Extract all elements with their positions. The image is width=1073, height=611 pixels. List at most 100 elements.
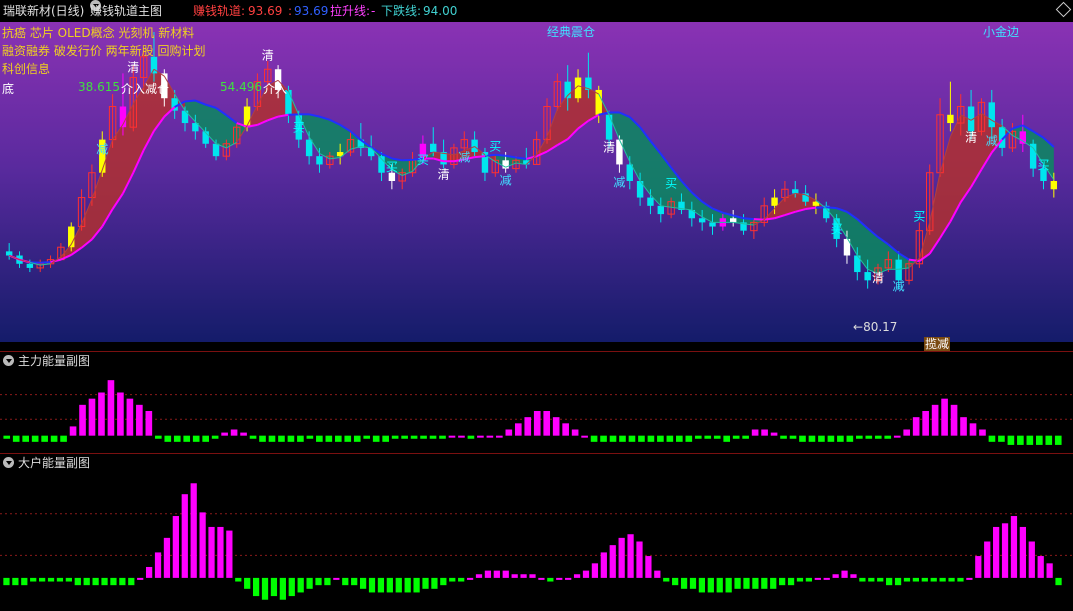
title-bar: 瑞联新材(日线) 赚钱轨道主图 赚钱轨道: 93.69 : 93.69 拉升线:… — [0, 0, 1073, 22]
candle-body — [471, 139, 478, 153]
main-force-energy-panel[interactable] — [0, 370, 1073, 452]
energy-bar-positive — [126, 398, 134, 436]
energy-bar-positive — [903, 429, 911, 436]
low-price-value: 80.17 — [863, 320, 898, 334]
energy-bar-positive — [969, 423, 977, 436]
energy-bar-negative — [884, 435, 892, 439]
energy-bar-negative — [732, 435, 740, 439]
signal-clear: 清 — [872, 271, 884, 285]
energy-bar-negative — [1007, 435, 1015, 445]
energy-bar-positive — [814, 577, 821, 580]
track-line-segment — [474, 155, 486, 159]
energy-bar-negative — [31, 435, 39, 442]
energy-bar-positive — [993, 526, 1000, 578]
energy-bar-positive — [88, 398, 96, 436]
energy-bar-positive — [514, 423, 522, 436]
energy-bar-negative — [1026, 435, 1034, 445]
energy-bar-negative — [249, 435, 257, 439]
candle-body — [243, 106, 251, 128]
energy-bar-positive — [931, 404, 939, 436]
energy-bar-negative — [868, 577, 875, 582]
chevron-down-icon[interactable] — [3, 355, 14, 366]
energy-bar-positive — [1019, 526, 1026, 578]
main-price-chart[interactable]: 减清清买买买清减买减清减 买买清减买清 减买 — [0, 22, 1073, 342]
energy-bar-positive — [984, 541, 991, 578]
energy-bar-positive — [1001, 523, 1009, 578]
energy-bar-negative — [41, 435, 48, 442]
energy-bar-negative — [261, 577, 269, 600]
energy-bar-negative — [422, 577, 429, 589]
energy-bar-positive — [466, 577, 474, 580]
energy-bar-negative — [252, 577, 260, 597]
energy-bar-positive — [145, 566, 153, 578]
energy-bar-negative — [780, 435, 787, 439]
energy-bar-negative — [725, 577, 732, 593]
chevron-down-icon[interactable] — [3, 457, 14, 468]
candle-body — [792, 189, 799, 194]
energy-bar-positive — [496, 435, 503, 438]
concept-tags-line3: 科创信息 — [2, 62, 51, 76]
energy-bar-negative — [770, 577, 777, 589]
energy-bar-positive — [458, 435, 465, 438]
energy-bar-negative — [787, 577, 795, 586]
signal-reduce: 减 — [458, 151, 470, 165]
stock-title[interactable]: 瑞联新材(日线) — [3, 0, 84, 22]
energy-bar-positive — [98, 392, 105, 436]
energy-bar-negative — [315, 577, 322, 586]
expand-diamond-icon[interactable] — [1055, 1, 1072, 18]
energy-bar-negative — [47, 577, 55, 582]
rise-line-label: 拉升线: — [330, 4, 371, 18]
track-line-segment — [184, 99, 196, 103]
track-line-segment — [826, 206, 837, 210]
energy-bar-positive — [1046, 563, 1053, 578]
energy-bar-negative — [287, 435, 295, 442]
energy-bar-positive — [581, 435, 588, 438]
energy-bar-negative — [716, 577, 723, 593]
candle-body — [305, 139, 313, 157]
energy-bar-negative — [316, 435, 323, 442]
signal-reduce: 减 — [96, 143, 108, 157]
track-line-segment — [495, 153, 506, 157]
signal-clear: 清 — [438, 167, 450, 181]
low-price-marker: ←80.17 — [853, 320, 897, 334]
candle-body — [1050, 181, 1058, 190]
energy-bar-negative — [56, 577, 64, 582]
energy-bar-negative — [734, 577, 741, 589]
energy-bar-positive — [609, 545, 616, 578]
energy-bar-negative — [344, 435, 352, 442]
energy-bar-positive — [145, 411, 153, 436]
energy-bar-positive — [960, 417, 967, 436]
energy-bar-positive — [208, 526, 215, 578]
energy-bar-negative — [351, 577, 358, 586]
energy-bar-positive — [654, 570, 661, 578]
candle-body — [26, 263, 34, 268]
energy-bar-negative — [742, 435, 749, 439]
bottom-label: 底 — [2, 82, 15, 96]
energy-bar-negative — [440, 577, 447, 586]
energy-bar-positive — [448, 435, 456, 438]
energy-bar-negative — [278, 435, 285, 442]
candle-body — [212, 143, 220, 157]
signal-reduce: 减 — [893, 279, 905, 293]
energy-bar-negative — [856, 435, 863, 439]
energy-bar-positive — [565, 577, 572, 580]
signal-reduce: 减 — [986, 134, 998, 148]
energy-bar-negative — [325, 435, 333, 442]
energy-bar-negative — [359, 577, 367, 589]
energy-bar-negative — [1045, 435, 1053, 445]
energy-bar-positive — [912, 417, 920, 436]
entry-value-2: 54.496 — [220, 80, 262, 94]
big-holder-energy-panel[interactable] — [0, 472, 1073, 611]
energy-bar-negative — [372, 435, 380, 442]
second-value: 93.69 — [294, 4, 329, 18]
energy-bar-negative — [173, 435, 181, 442]
energy-bar-negative — [60, 435, 67, 442]
energy-bar-negative — [590, 435, 598, 442]
energy-bar-negative — [22, 435, 29, 442]
candle-body — [709, 222, 716, 227]
energy-bar-positive — [533, 411, 541, 436]
energy-bar-negative — [948, 577, 955, 582]
energy-bar-positive — [573, 574, 581, 578]
energy-bar-positive — [761, 429, 768, 436]
energy-bar-negative — [395, 577, 402, 593]
